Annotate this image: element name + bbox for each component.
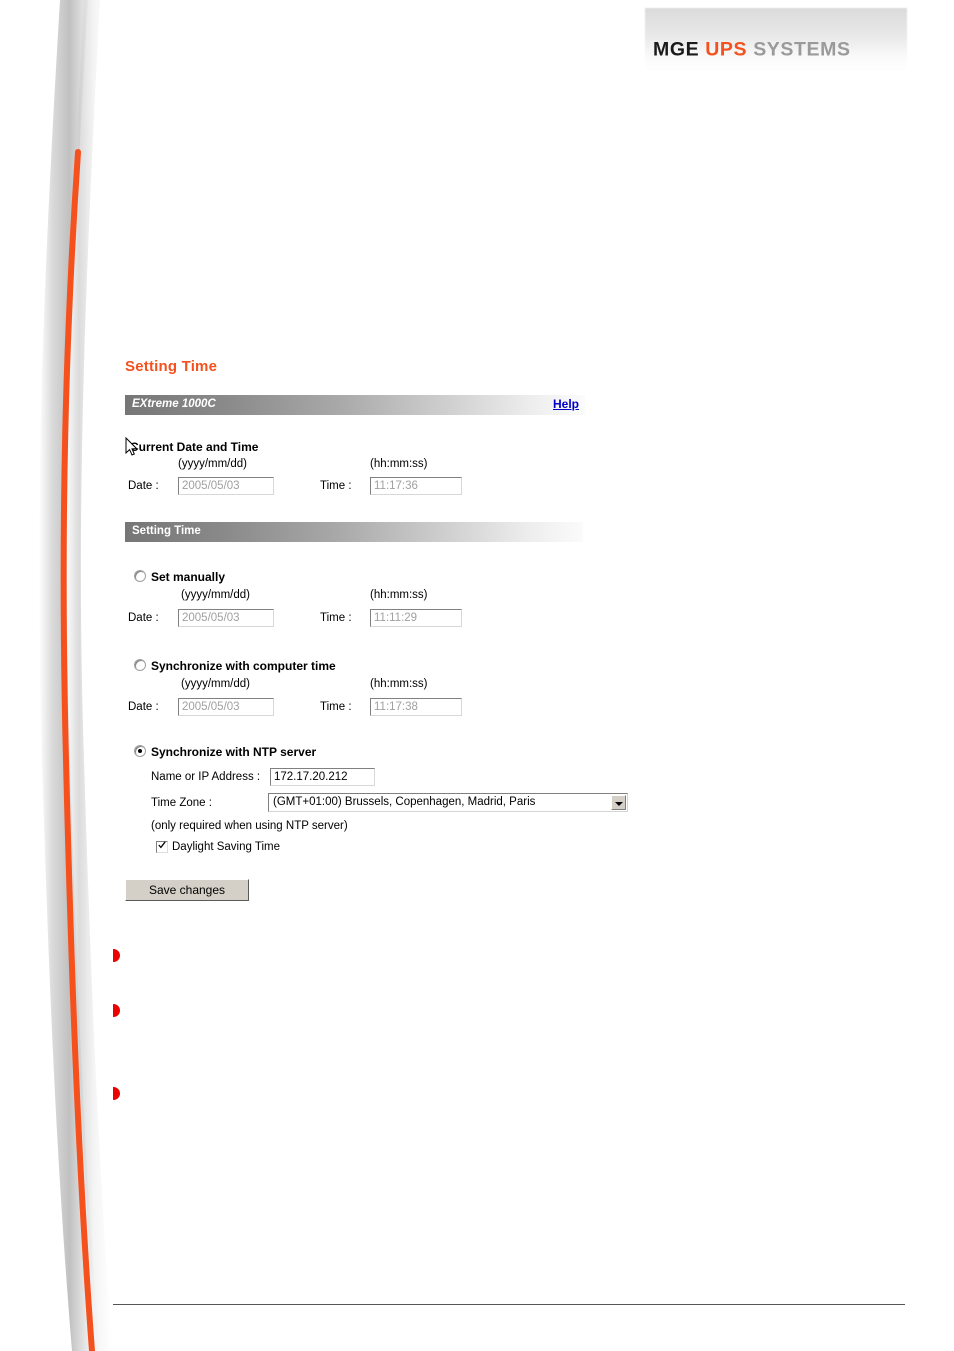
manual-time-input[interactable] (370, 609, 462, 627)
manual-date-input[interactable] (178, 609, 274, 627)
manual-date-format-hint: (yyyy/mm/dd) (181, 589, 250, 601)
main-content: Setting Time EXtreme 1000C Help Current … (0, 0, 954, 1351)
timezone-select[interactable]: (GMT+01:00) Brussels, Copenhagen, Madrid… (268, 793, 628, 812)
current-date-time-heading: Current Date and Time (130, 440, 259, 454)
footer-divider (113, 1304, 905, 1305)
device-model-label: EXtreme 1000C (132, 398, 216, 410)
list-bullet (113, 949, 120, 962)
list-bullet (113, 1087, 120, 1100)
manual-date-label: Date : (128, 612, 159, 624)
timezone-label: Time Zone : (151, 797, 212, 809)
computer-time-input[interactable] (370, 698, 462, 716)
computer-time-label: Time : (320, 701, 352, 713)
help-link[interactable]: Help (553, 397, 579, 411)
set-manually-heading: Set manually (151, 570, 226, 584)
manual-time-label: Time : (320, 612, 352, 624)
save-changes-button[interactable]: Save changes (125, 879, 249, 901)
radio-set-manually[interactable] (134, 570, 146, 582)
current-date-input[interactable] (178, 477, 274, 495)
setting-time-bar-label: Setting Time (132, 525, 201, 537)
current-time-input[interactable] (370, 477, 462, 495)
ntp-address-label: Name or IP Address : (151, 771, 261, 783)
daylight-saving-label: Daylight Saving Time (172, 841, 281, 853)
check-icon (158, 841, 166, 849)
manual-time-format-hint: (hh:mm:ss) (370, 589, 428, 601)
chevron-down-icon[interactable] (611, 795, 626, 810)
daylight-saving-checkbox[interactable] (156, 841, 168, 853)
device-model-bar: EXtreme 1000C (125, 395, 585, 415)
computer-time-format-hint: (hh:mm:ss) (370, 678, 428, 690)
current-time-label: Time : (320, 480, 352, 492)
setting-time-bar: Setting Time (125, 522, 583, 542)
page-title: Setting Time (125, 358, 218, 375)
computer-date-input[interactable] (178, 698, 274, 716)
current-time-format-hint: (hh:mm:ss) (370, 458, 428, 470)
timezone-selected-value: (GMT+01:00) Brussels, Copenhagen, Madrid… (273, 796, 536, 808)
computer-date-format-hint: (yyyy/mm/dd) (181, 678, 250, 690)
radio-sync-ntp-dot (138, 749, 142, 753)
current-date-format-hint: (yyyy/mm/dd) (178, 458, 247, 470)
ntp-note: (only required when using NTP server) (151, 820, 348, 832)
sync-ntp-heading: Synchronize with NTP server (151, 745, 317, 759)
list-bullet (113, 1004, 120, 1017)
radio-sync-ntp[interactable] (134, 745, 146, 757)
radio-sync-computer[interactable] (134, 659, 146, 671)
ntp-address-input[interactable] (270, 768, 375, 786)
computer-date-label: Date : (128, 701, 159, 713)
current-date-label: Date : (128, 480, 159, 492)
sync-computer-heading: Synchronize with computer time (151, 659, 336, 673)
